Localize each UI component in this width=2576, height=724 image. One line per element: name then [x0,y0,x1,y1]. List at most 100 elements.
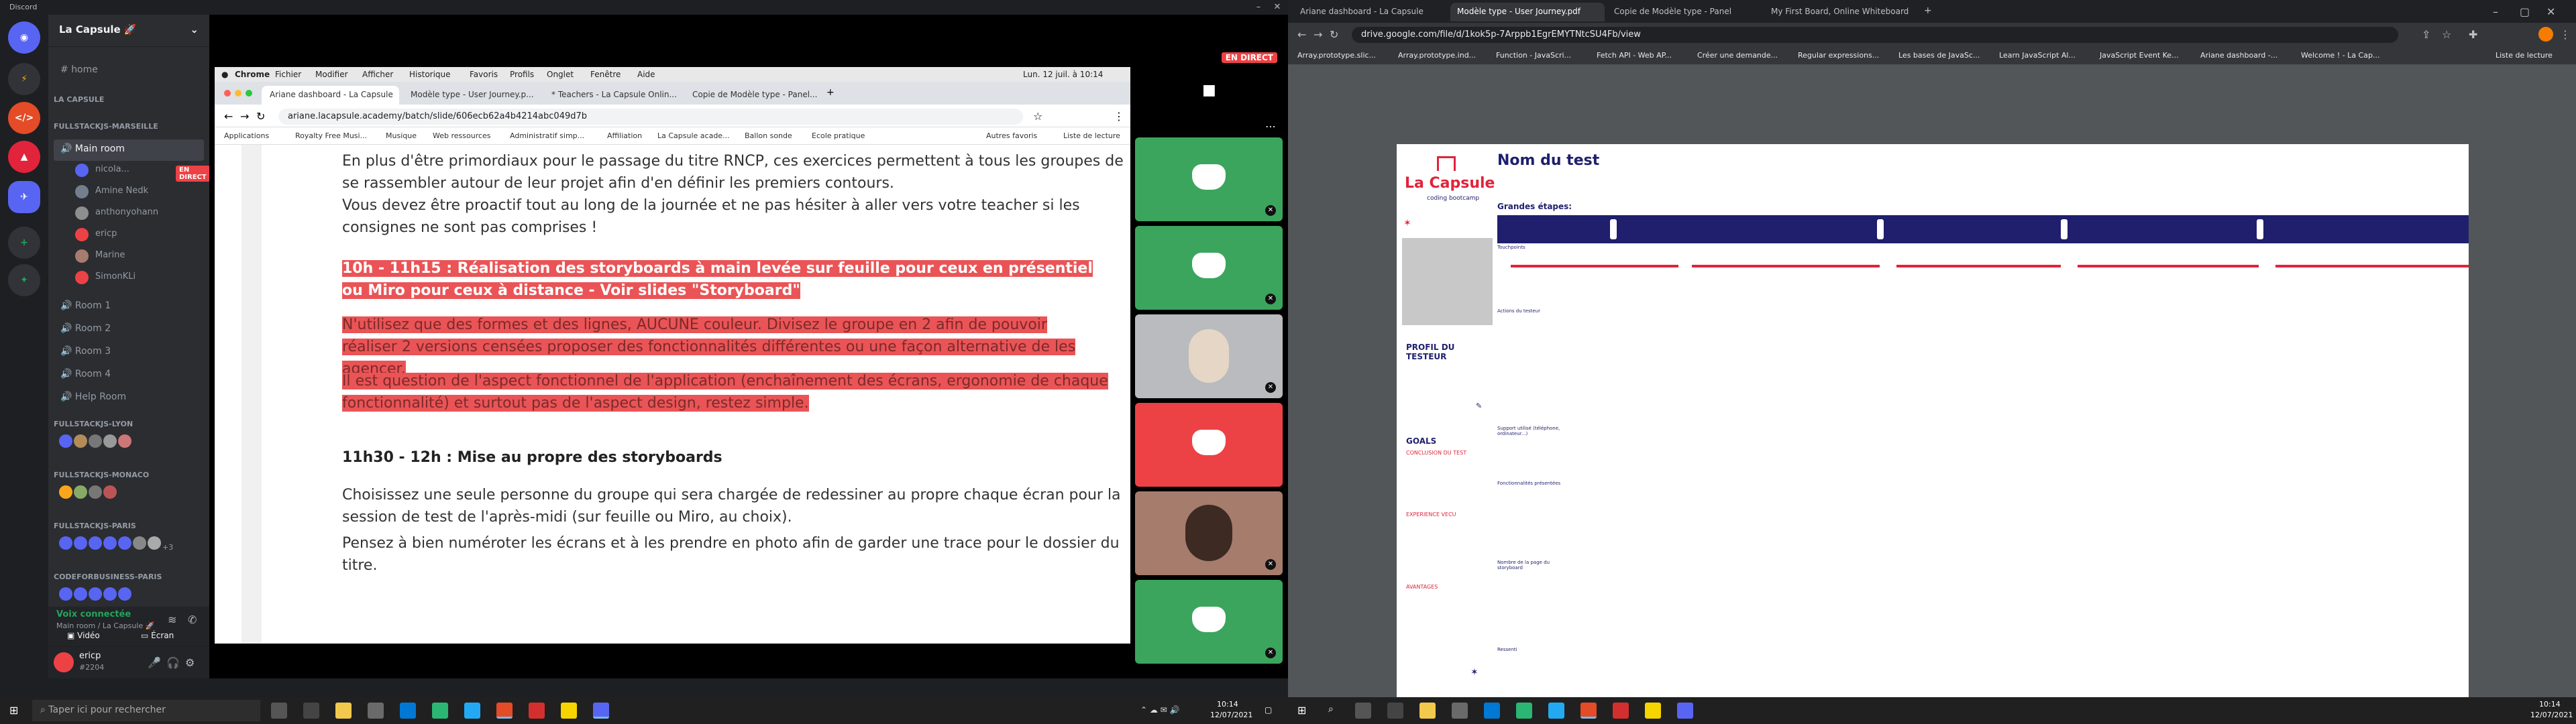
tab-user-journey-pdf[interactable]: Modèle type - User Journey.pdf [1450,3,1605,21]
category-lyon[interactable]: FULLSTACKJS-LYON [54,420,133,428]
widgets-icon[interactable] [1387,703,1403,719]
forward-icon[interactable]: → [1313,28,1322,41]
new-tab-icon[interactable]: + [1924,5,1932,16]
forward-icon[interactable]: → [240,110,249,123]
star-icon[interactable]: ☆ [2442,28,2451,41]
tab-ariane[interactable]: Ariane dashboard - La Capsule [262,86,399,105]
bookmark[interactable]: Web ressources [433,131,491,140]
bookmark[interactable]: Function - JavaScri... [1496,51,1571,60]
tab-ariane[interactable]: Ariane dashboard - La Capsule [1293,3,1448,21]
bookmark[interactable]: JavaScript Event Ke... [2100,51,2179,60]
star-icon[interactable]: ☆ [1033,110,1042,123]
channel-home[interactable]: # home [54,60,204,82]
discord-taskbar-icon[interactable] [593,703,609,719]
edge-icon[interactable] [1516,703,1532,719]
maximize-icon[interactable]: ▢ [2520,5,2530,18]
close-window-icon[interactable] [224,90,231,97]
bookmark[interactable]: Ariane dashboard -... [2200,51,2277,60]
gear-icon[interactable]: ⚙ [185,656,195,669]
participant-tile[interactable] [1135,403,1283,487]
bookmark[interactable]: Ballon sonde [745,131,792,140]
url-field[interactable]: drive.google.com/file/d/1kok5p-7Arppb1Eg… [1352,27,2398,43]
store-icon[interactable] [1452,703,1468,719]
participant-tile-screen[interactable]: EN DIRECT ■ ⋯ [1135,47,1283,134]
voice-user[interactable]: Amine Nedk [75,182,203,201]
bookmark[interactable]: Fetch API - Web AP... [1597,51,1672,60]
bookmark[interactable]: La Capsule acade... [657,131,730,140]
participant-tile[interactable]: ✕ [1135,137,1283,221]
noise-icon[interactable]: ≋ [168,613,176,626]
voice-status[interactable]: Voix connectée [56,609,131,619]
category-paris[interactable]: FULLSTACKJS-PARIS [54,522,136,530]
search-icon[interactable]: ⌕ [1328,704,1334,715]
voice-channel-room-1[interactable]: 🔊 Room 1 [54,296,204,318]
add-server-icon[interactable]: + [8,227,40,259]
reload-icon[interactable]: ↻ [1330,28,1338,41]
bookmark[interactable]: Regular expressions... [1798,51,1879,60]
microphone-icon[interactable]: 🎤 [148,656,161,669]
voice-user[interactable]: SimonKLi [75,268,203,287]
new-tab-icon[interactable]: + [826,87,835,98]
voice-user[interactable]: Marine [75,247,203,265]
bookmark[interactable]: Ecole pratique [812,131,865,140]
bookmark[interactable]: Liste de lecture [1063,131,1120,140]
zoom-window-icon[interactable] [246,90,252,97]
voice-channel-room-4[interactable]: 🔊 Room 4 [54,365,204,386]
video-button[interactable]: ▣ Vidéo [67,631,127,644]
reload-icon[interactable]: ↻ [256,110,265,123]
notes-icon[interactable] [1645,703,1661,719]
url-field[interactable]: ariane.lacapsule.academy/batch/slide/606… [278,109,1023,125]
server-html-icon[interactable]: </> [8,102,40,134]
back-icon[interactable]: ← [224,110,233,123]
bookmark[interactable]: Royalty Free Musi... [295,131,367,140]
shared-screen-stream[interactable]: ● Chrome Fichier Modifier Afficher Histo… [215,67,1130,644]
explore-servers-icon[interactable]: ✦ [8,264,40,296]
server-header[interactable]: La Capsule 🚀 ⌄ [48,15,209,47]
tab-user-journey[interactable]: Modèle type - User Journey.p... [402,86,540,105]
system-tray-icons[interactable]: ⌃ ☁ ✉ 🔊 [1140,705,1180,715]
voice-channel-main-room[interactable]: 🔊 Main room [54,139,204,161]
close-icon[interactable]: ✕ [1267,0,1288,15]
tab-teachers[interactable]: * Teachers - La Capsule Onlin... [543,86,681,105]
bookmark[interactable]: Administratif simp... [510,131,584,140]
avatar[interactable] [54,652,74,672]
notes-icon[interactable] [561,703,577,719]
discord-taskbar-icon[interactable] [1677,703,1693,719]
voice-user[interactable]: anthonyohann [75,204,203,223]
mail-icon[interactable] [400,703,416,719]
voice-channel-room-3[interactable]: 🔊 Room 3 [54,342,204,363]
bookmark[interactable]: Créer une demande... [1697,51,1778,60]
bookmark[interactable]: Welcome ! - La Cap... [2301,51,2379,60]
minimize-icon[interactable]: – [2493,5,2498,18]
bookmark[interactable]: Learn JavaScript Al... [1999,51,2076,60]
edge-icon[interactable] [432,703,448,719]
widgets-icon[interactable] [303,703,319,719]
back-icon[interactable]: ← [1297,28,1306,41]
notifications-icon[interactable]: ▢ [1265,705,1272,715]
participant-tile[interactable]: ✕ [1135,226,1283,310]
file-explorer-icon[interactable] [1419,703,1436,719]
app-icon[interactable] [1613,703,1629,719]
disconnect-icon[interactable]: ✆ [188,613,197,626]
bookmark[interactable]: Liste de lecture [2496,51,2553,60]
bookmark[interactable]: Applications [224,131,269,140]
bookmark[interactable]: Autres favoris [986,131,1037,140]
voice-user[interactable]: nicola... EN DIRECT [75,161,210,182]
menu-dots-icon[interactable]: ⋮ [2560,28,2571,41]
chevron-down-icon[interactable]: ⌄ [190,23,199,36]
server-bolt-icon[interactable]: ⚡ [8,63,40,95]
category-monaco[interactable]: FULLSTACKJS-MONACO [54,471,149,479]
headphones-icon[interactable]: 🎧 [166,656,180,669]
server-lacapsule-icon[interactable]: ▲ [8,141,40,173]
bookmark[interactable]: Array.prototype.ind... [1398,51,1476,60]
app-icon[interactable] [529,703,545,719]
voice-user[interactable]: ericp [75,225,203,244]
close-icon[interactable]: ✕ [2546,5,2555,18]
participant-tile[interactable]: ✕ [1135,491,1283,575]
windows-start-icon[interactable]: ⊞ [9,704,18,717]
participant-tile[interactable]: ✕ [1135,314,1283,398]
more-icon[interactable]: ⋯ [1265,120,1276,133]
menu-dots-icon[interactable]: ⋮ [1114,110,1124,123]
vscode-icon[interactable] [464,703,480,719]
participant-tile[interactable]: ✕ [1135,580,1283,664]
